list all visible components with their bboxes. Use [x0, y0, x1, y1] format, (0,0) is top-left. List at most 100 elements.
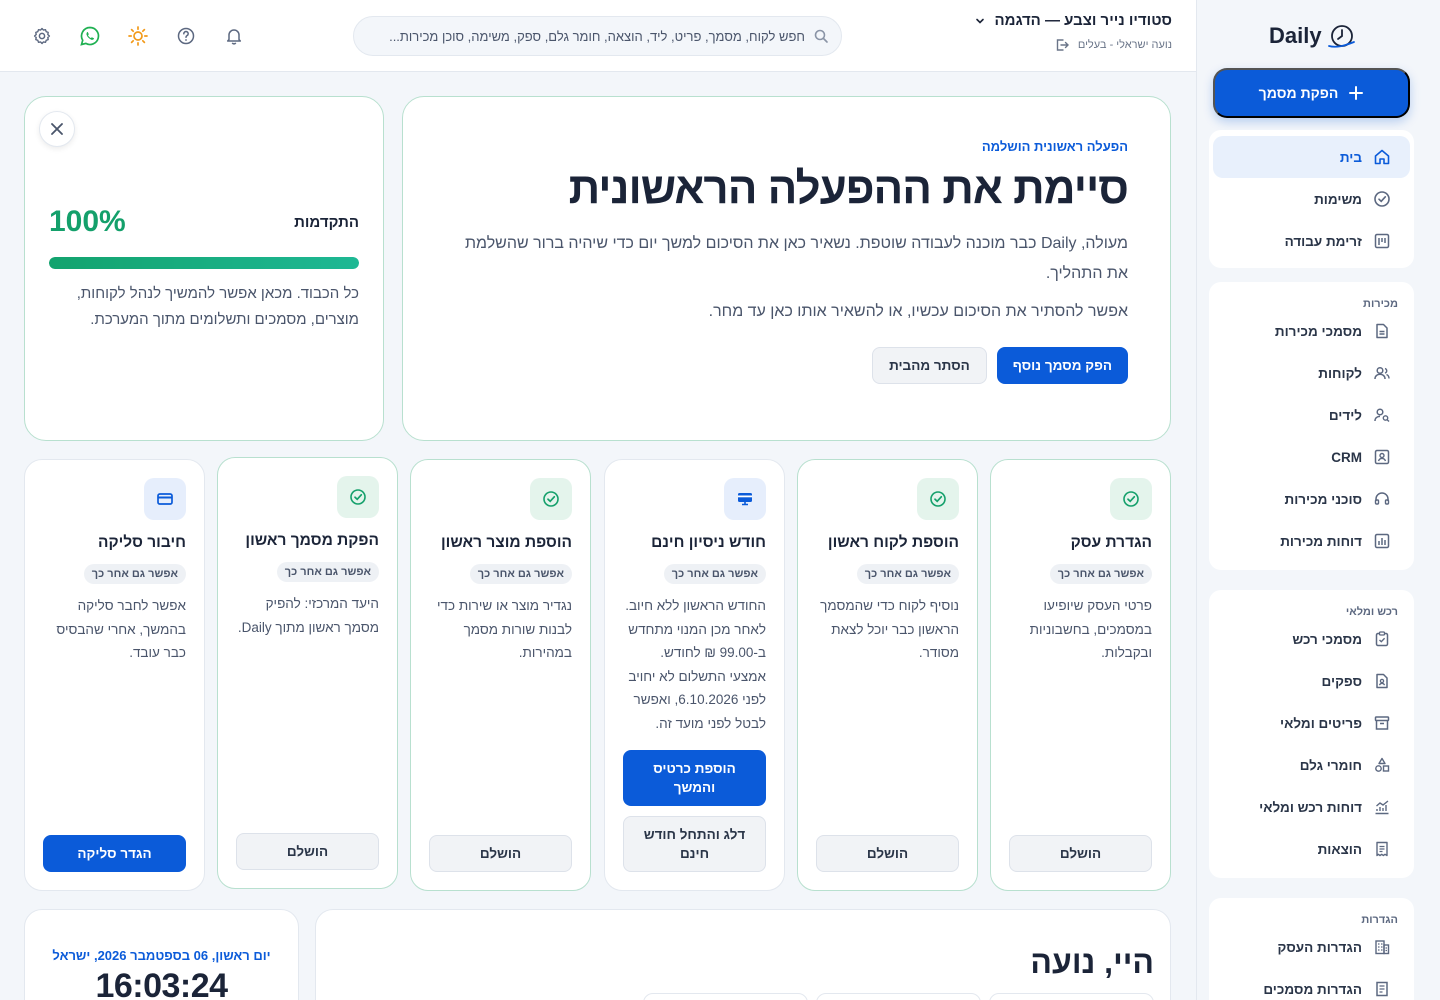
logo-text: Daily [1269, 23, 1322, 48]
step-completed-button[interactable]: הושלם [1009, 835, 1152, 872]
hero-title: סיימת את ההפעלה הראשונית [568, 164, 1129, 213]
progress-bar-fill [49, 257, 359, 269]
close-icon [51, 123, 63, 135]
plus-icon [1349, 86, 1364, 100]
help-icon[interactable] [174, 24, 198, 48]
search-bar[interactable] [353, 16, 842, 56]
clipboard-check-icon [1372, 629, 1392, 649]
sidebar-item-workflow[interactable]: זרימת עבודה [1213, 220, 1410, 262]
progress-percent: 100% [49, 205, 126, 238]
sidebar: Daily הפקת מסמך בית משימות זרימת עבודה מ… [1196, 0, 1426, 1000]
card-icon [144, 478, 186, 520]
workflow-icon [1372, 231, 1392, 251]
step-completed-button[interactable]: הושלם [429, 835, 572, 872]
greeting-title: היי, נועה [1030, 944, 1154, 980]
sidebar-item-home[interactable]: בית [1213, 136, 1410, 178]
close-button[interactable] [39, 111, 75, 147]
nav-section-settings: הגדרות הגדרות העסק הגדרות מסמכים [1209, 898, 1414, 1000]
greeting-chip[interactable] [643, 993, 808, 1000]
step-description: אפשר לחבר סליקה בהמשך, אחרי שהבסיס כבר ע… [56, 598, 186, 660]
greeting-chip[interactable] [816, 993, 981, 1000]
progress-bar [49, 257, 359, 269]
sidebar-item-raw-materials[interactable]: חומרי גלם [1213, 744, 1410, 786]
contact-card-icon [1372, 447, 1392, 467]
notifications-bell-icon[interactable] [222, 24, 246, 48]
step-description: נגדיר מוצר או שירות כדי לבנות שורות מסמך… [437, 598, 572, 660]
step-badge: אפשר גם אחר כך [469, 564, 572, 584]
sidebar-item-purchase-docs[interactable]: מסמכי רכש [1213, 618, 1410, 660]
step-card-payment-clearing: חיבור סליקה אפשר גם אחר כך אפשר לחבר סלי… [24, 459, 205, 891]
onboarding-complete-card: הפעלה ראשונית הושלמה סיימת את ההפעלה הרא… [402, 96, 1171, 441]
whatsapp-icon[interactable] [78, 24, 102, 48]
nav-section-sales: מכירות מסמכי מכירות לקוחות לידים CRM סוכ… [1209, 282, 1414, 570]
document-settings-icon [1372, 979, 1392, 999]
step-title: חיבור סליקה [97, 534, 186, 551]
step-completed-button[interactable]: הושלם [816, 835, 959, 872]
check-circle-icon [917, 478, 959, 520]
step-description: נוסיף לקוח כדי שהמסמך הראשון כבר יוכל לצ… [820, 598, 959, 660]
section-title-settings: הגדרות [1361, 914, 1398, 926]
step-badge: אפשר גם אחר כך [1049, 564, 1152, 584]
search-input[interactable] [366, 28, 805, 44]
sidebar-item-leads[interactable]: לידים [1213, 394, 1410, 436]
home-icon [1372, 147, 1392, 167]
sidebar-item-customers[interactable]: לקוחות [1213, 352, 1410, 394]
headset-icon [1372, 489, 1392, 509]
step-title: הוספת מוצר ראשון [441, 534, 572, 551]
sidebar-item-tasks[interactable]: משימות [1213, 178, 1410, 220]
step-badge: אפשר גם אחר כך [83, 564, 186, 584]
step-badge: אפשר גם אחר כך [663, 564, 766, 584]
hide-from-home-button[interactable]: הסתר מהבית [872, 346, 987, 384]
add-card-continue-button[interactable]: הוספת כרטיס והמשך [623, 750, 766, 806]
sidebar-item-crm[interactable]: CRM [1213, 436, 1410, 478]
logo[interactable]: Daily [1269, 22, 1358, 50]
sidebar-item-document-settings[interactable]: הגדרות מסמכים [1213, 968, 1410, 1000]
nav-main: בית משימות זרימת עבודה [1209, 130, 1414, 268]
document-icon [1372, 321, 1392, 341]
sidebar-item-expenses[interactable]: הוצאות [1213, 828, 1410, 870]
user-search-icon [1372, 405, 1392, 425]
receipt-icon [1372, 839, 1392, 859]
clock-card: יום ראשון, 06 בספטמבר 2026, ישראל 16:03:… [24, 909, 299, 1000]
hero-eyebrow: הפעלה ראשונית הושלמה [981, 139, 1128, 154]
archive-box-icon [1372, 713, 1392, 733]
create-another-document-button[interactable]: הפק מסמך נוסף [996, 346, 1128, 384]
top-bar: סטודיו נייר וצבע — הדגמה נועה ישראלי - ב… [0, 0, 1196, 72]
step-card-first-customer: הוספת לקוח ראשון אפשר גם אחר כך נוסיף לק… [797, 459, 978, 891]
setup-clearing-button[interactable]: הגדר סליקה [43, 835, 186, 872]
sidebar-item-inventory[interactable]: פריטים ומלאי [1213, 702, 1410, 744]
settings-icon[interactable] [30, 24, 54, 48]
greeting-card: היי, נועה [315, 909, 1171, 1000]
create-document-button[interactable]: הפקת מסמך [1213, 68, 1410, 118]
org-name: סטודיו נייר וצבע — הדגמה [994, 12, 1172, 29]
step-badge: אפשר גם אחר כך [276, 562, 379, 582]
step-completed-button[interactable]: הושלם [236, 833, 379, 870]
greeting-chip[interactable] [989, 993, 1154, 1000]
check-circle-icon [1110, 478, 1152, 520]
building-icon [1372, 937, 1392, 957]
step-title: חודש ניסיון חינם [651, 534, 766, 551]
step-card-first-product: הוספת מוצר ראשון אפשר גם אחר כך נגדיר מו… [410, 459, 591, 891]
line-chart-icon [1372, 797, 1392, 817]
sidebar-item-purchase-reports[interactable]: דוחות רכש ומלאי [1213, 786, 1410, 828]
step-title: הגדרת עסק [1070, 534, 1152, 551]
progress-card: התקדמות 100% כל הכבוד. מכאן אפשר להמשיך … [24, 96, 384, 441]
sidebar-item-sales-reports[interactable]: דוחות מכירות [1213, 520, 1410, 562]
step-card-first-document: הפקת מסמך ראשון אפשר גם אחר כך היעד המרכ… [217, 457, 398, 889]
shapes-icon [1372, 755, 1392, 775]
check-circle-icon [337, 476, 379, 518]
check-circle-icon [530, 478, 572, 520]
org-switcher[interactable]: סטודיו נייר וצבע — הדגמה נועה ישראלי - ב… [974, 12, 1172, 53]
sidebar-item-sales-docs[interactable]: מסמכי מכירות [1213, 310, 1410, 352]
step-description: פרטי העסק שיופיעו במסמכים, בחשבוניות ובק… [1029, 598, 1152, 660]
check-circle-icon [1372, 189, 1392, 209]
step-card-free-trial: חודש ניסיון חינם אפשר גם אחר כך החודש הר… [604, 459, 785, 891]
sidebar-item-suppliers[interactable]: ספקים [1213, 660, 1410, 702]
skip-free-month-button[interactable]: דלג והתחל חודש חינם [623, 816, 766, 872]
sidebar-item-business-settings[interactable]: הגדרות העסק [1213, 926, 1410, 968]
nav-section-purchasing: רכש ומלאי מסמכי רכש ספקים פריטים ומלאי ח… [1209, 590, 1414, 878]
sidebar-item-sales-agents[interactable]: סוכני מכירות [1213, 478, 1410, 520]
theme-sun-icon[interactable] [126, 24, 150, 48]
supplier-file-icon [1372, 671, 1392, 691]
logout-icon[interactable] [1054, 37, 1070, 53]
